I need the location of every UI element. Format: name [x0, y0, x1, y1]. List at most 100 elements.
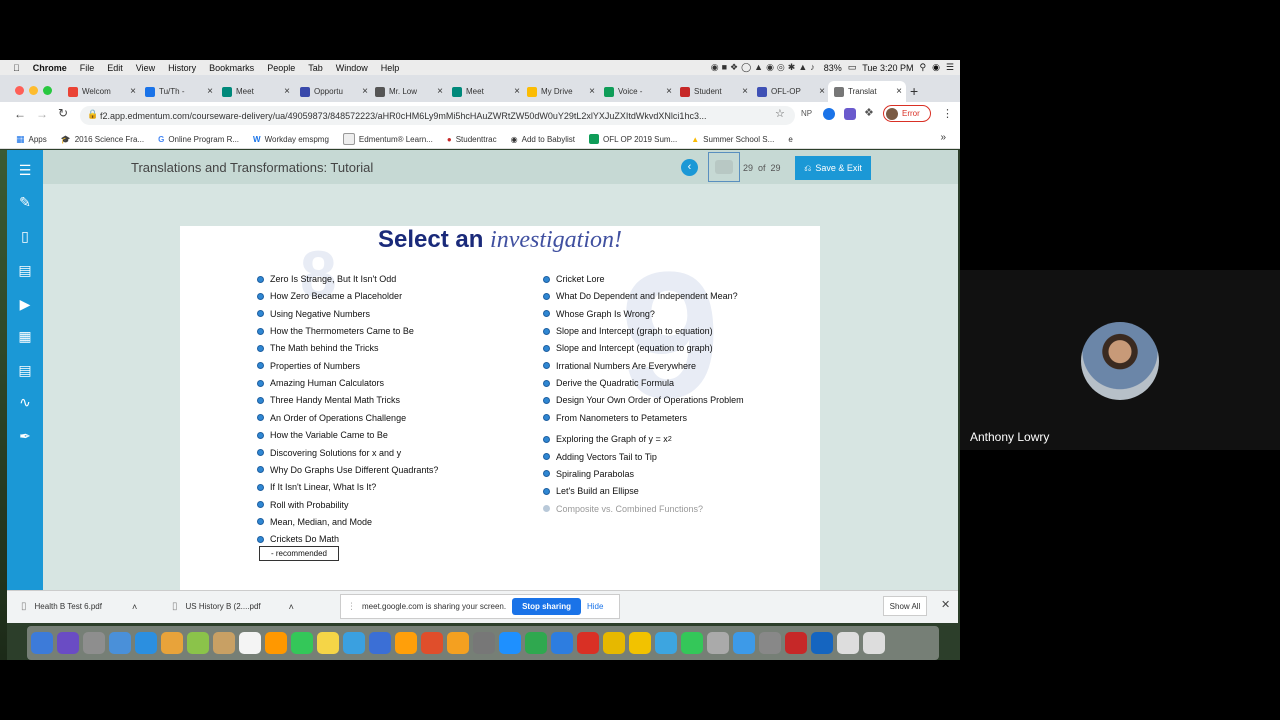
bookmark-apps[interactable]: ▦ Apps — [16, 134, 47, 145]
menu-people[interactable]: People — [267, 63, 295, 73]
investigation-link[interactable]: Cricket Lore — [543, 272, 605, 286]
extension-icon-1[interactable] — [823, 108, 835, 120]
disk-utility-icon[interactable] — [759, 632, 781, 654]
save-exit-button[interactable]: ⎌ Save & Exit — [795, 156, 871, 180]
network-icon[interactable] — [733, 632, 755, 654]
back-icon[interactable]: ← — [14, 107, 26, 121]
forward-icon[interactable]: → — [36, 107, 48, 121]
investigation-link[interactable]: Slope and Intercept (equation to graph) — [543, 341, 713, 355]
menu-edit[interactable]: Edit — [107, 63, 123, 73]
investigation-link[interactable]: Slope and Intercept (graph to equation) — [543, 324, 713, 338]
close-downloads-icon[interactable]: ✕ — [941, 598, 950, 611]
bookmark-item[interactable]: 🎓 2016 Science Fra... — [61, 135, 144, 144]
next-page-button[interactable] — [708, 152, 740, 182]
close-window-icon[interactable] — [15, 86, 24, 95]
keynote-icon[interactable] — [369, 632, 391, 654]
address-bar[interactable]: 🔒 f2.app.edmentum.com/courseware-deliver… — [80, 106, 795, 125]
audio-icon[interactable]: ▶ — [16, 296, 34, 312]
menu-file[interactable]: File — [80, 63, 95, 73]
chevron-up-icon[interactable]: ˄ — [289, 602, 294, 612]
photos-icon[interactable] — [265, 632, 287, 654]
chrome-icon[interactable] — [161, 632, 183, 654]
bookmark-item[interactable]: W Workday emspmg — [253, 135, 329, 144]
word-icon[interactable] — [499, 632, 521, 654]
investigation-link[interactable]: An Order of Operations Challenge — [257, 411, 406, 425]
browser-tab[interactable]: Welcom × — [62, 81, 140, 102]
investigation-link[interactable]: Amazing Human Calculators — [257, 376, 384, 390]
excel-icon[interactable] — [525, 632, 547, 654]
investigation-link[interactable]: Using Negative Numbers — [257, 307, 370, 321]
launchpad-icon[interactable] — [83, 632, 105, 654]
menu-bookmarks[interactable]: Bookmarks — [209, 63, 254, 73]
kebab-menu-icon[interactable]: ⋮ — [942, 107, 953, 120]
close-tab-icon[interactable]: × — [207, 86, 213, 97]
download-item[interactable]: ▯ US History B (2....pdf ˄ — [172, 601, 294, 612]
investigation-link[interactable]: Roll with Probability — [257, 498, 349, 512]
chevron-up-icon[interactable]: ˄ — [132, 602, 137, 612]
close-tab-icon[interactable]: × — [362, 86, 368, 97]
browser-tab[interactable]: Mr. Low × — [369, 81, 447, 102]
investigation-link[interactable]: Zero Is Strange, But It Isn't Odd — [257, 272, 396, 286]
browser-tab[interactable]: Meet × — [446, 81, 524, 102]
acrobat-icon[interactable] — [577, 632, 599, 654]
safari-icon[interactable] — [135, 632, 157, 654]
pages-icon[interactable] — [421, 632, 443, 654]
bookmark-item[interactable]: ● Studenttrac — [447, 135, 497, 144]
menu-window[interactable]: Window — [336, 63, 368, 73]
browser-tab[interactable]: Meet × — [216, 81, 294, 102]
investigation-link[interactable]: What Do Dependent and Independent Mean? — [543, 289, 738, 303]
hide-button[interactable]: Hide — [587, 602, 603, 611]
close-tab-icon[interactable]: × — [514, 86, 520, 97]
browser-tab[interactable]: Voice - × — [598, 81, 676, 102]
siri-icon[interactable] — [57, 632, 79, 654]
menu-history[interactable]: History — [168, 63, 196, 73]
stop-app-icon[interactable] — [785, 632, 807, 654]
close-tab-icon[interactable]: × — [666, 86, 672, 97]
trash-icon[interactable] — [863, 632, 885, 654]
investigation-link[interactable]: Derive the Quadratic Formula — [543, 376, 674, 390]
chrome-canary-icon[interactable] — [655, 632, 677, 654]
graph-icon[interactable]: ∿ — [16, 394, 34, 410]
formulas-icon[interactable]: ▤ — [16, 362, 34, 378]
app-store-icon[interactable] — [551, 632, 573, 654]
investigation-link[interactable]: Discovering Solutions for x and y — [257, 446, 401, 460]
investigation-link[interactable]: Mean, Median, and Mode — [257, 515, 372, 529]
norton-icon[interactable] — [629, 632, 651, 654]
close-tab-icon[interactable]: × — [819, 86, 825, 97]
music-icon[interactable] — [447, 632, 469, 654]
documents-icon[interactable] — [837, 632, 859, 654]
investigation-link[interactable]: Design Your Own Order of Operations Prob… — [543, 393, 744, 407]
zoom-window-icon[interactable] — [43, 86, 52, 95]
investigation-link[interactable]: How the Variable Came to Be — [257, 428, 388, 442]
preview-icon[interactable] — [109, 632, 131, 654]
siri-icon[interactable]: ◉ — [932, 62, 940, 73]
investigation-link[interactable]: Properties of Numbers — [257, 359, 360, 373]
clock[interactable]: Tue 3:20 PM — [862, 63, 913, 73]
investigation-link[interactable]: Whose Graph Is Wrong? — [543, 307, 655, 321]
investigation-link[interactable]: How Zero Became a Placeholder — [257, 289, 402, 303]
bookmark-star-icon[interactable]: ☆ — [775, 107, 785, 120]
previous-page-button[interactable]: ‹ — [681, 159, 698, 176]
investigation-link[interactable]: The Math behind the Tricks — [257, 341, 379, 355]
drag-handle-icon[interactable]: ⋮ — [347, 601, 356, 612]
close-tab-icon[interactable]: × — [742, 86, 748, 97]
numbers-icon[interactable] — [395, 632, 417, 654]
investigation-link[interactable]: Three Handy Mental Math Tricks — [257, 393, 400, 407]
close-tab-icon[interactable]: × — [896, 86, 902, 97]
bookmark-item[interactable]: OFL OP 2019 Sum... — [588, 134, 677, 144]
bookmark-item[interactable]: ◉ Add to Babylist — [511, 135, 575, 144]
extensions-puzzle-icon[interactable]: ❖ — [864, 106, 874, 119]
extension-icon-2[interactable] — [844, 108, 856, 120]
menu-list-icon[interactable]: ☰ — [16, 162, 34, 178]
menu-app-name[interactable]: Chrome — [33, 63, 67, 73]
investigation-link[interactable]: If It Isn't Linear, What Is It? — [257, 480, 376, 494]
investigation-link[interactable]: Adding Vectors Tail to Tip — [543, 450, 657, 464]
help-icon[interactable] — [707, 632, 729, 654]
highlighter-icon[interactable]: ✒ — [16, 428, 34, 444]
stop-sharing-button[interactable]: Stop sharing — [512, 598, 581, 615]
new-tab-button[interactable]: + — [910, 83, 918, 99]
messages-icon[interactable] — [291, 632, 313, 654]
facetime-icon[interactable] — [681, 632, 703, 654]
close-tab-icon[interactable]: × — [130, 86, 136, 97]
spotlight-icon[interactable]: ⚲ — [919, 62, 926, 73]
